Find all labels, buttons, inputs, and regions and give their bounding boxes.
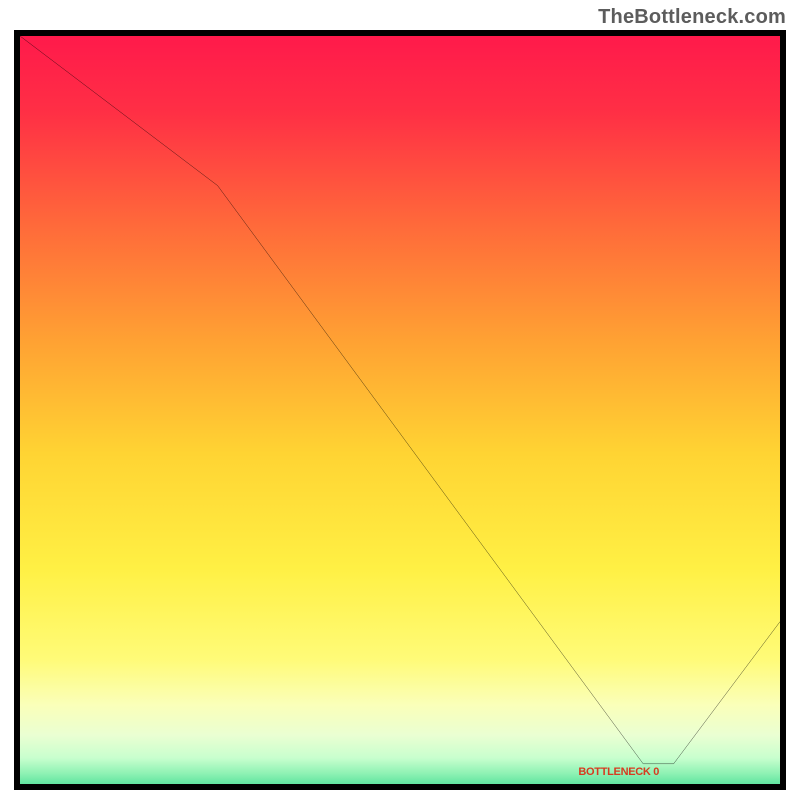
background-gradient <box>20 36 780 790</box>
plot-area: BOTTLENECK 0 <box>14 30 786 790</box>
bottleneck-curve <box>20 36 780 784</box>
bottleneck-minimum-label: BOTTLENECK 0 <box>578 766 659 778</box>
watermark-label: TheBottleneck.com <box>598 6 786 29</box>
chart-container: TheBottleneck.com BOTTLENECK 0 <box>0 0 800 800</box>
